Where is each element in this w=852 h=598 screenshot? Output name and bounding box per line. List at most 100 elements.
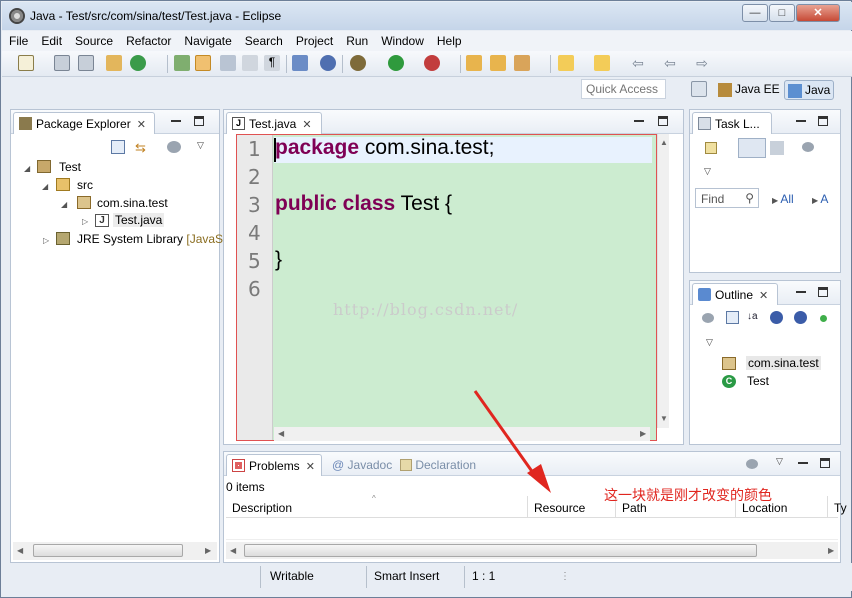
tab-problems[interactable]: Problems ✕: [226, 454, 322, 476]
outline-item-class[interactable]: Test: [747, 374, 769, 388]
maximize-icon[interactable]: [818, 116, 828, 126]
forward-icon[interactable]: ⇨: [694, 55, 710, 71]
new-task-icon[interactable]: [705, 142, 717, 154]
scroll-up-icon[interactable]: ▲: [660, 138, 668, 147]
history-icon[interactable]: ⇦: [662, 55, 678, 71]
quick-access-input[interactable]: [581, 79, 666, 99]
collapse-all-icon[interactable]: [111, 140, 125, 154]
maximize-icon[interactable]: [194, 116, 204, 126]
minimize-icon[interactable]: [796, 287, 806, 293]
horizontal-scrollbar[interactable]: ◀ ▶: [13, 542, 217, 560]
focus-icon[interactable]: [802, 142, 814, 152]
tab-javadoc[interactable]: @ Javadoc: [332, 458, 392, 472]
chevron-down-icon[interactable]: ▽: [776, 456, 783, 467]
minimize-window-button[interactable]: —: [742, 4, 768, 22]
menu-edit[interactable]: Edit: [34, 31, 68, 48]
minimize-icon[interactable]: [171, 116, 181, 122]
perspective-java-ee[interactable]: Java EE: [715, 80, 783, 100]
find-task-input[interactable]: Find ⚲: [695, 188, 759, 208]
tree-item-jre[interactable]: JRE System Library [JavaSE: [77, 232, 231, 246]
save-icon[interactable]: [54, 55, 70, 71]
show-whitespace-icon[interactable]: ¶: [264, 55, 280, 71]
status-divider-handle[interactable]: ⋮: [560, 571, 570, 582]
close-icon[interactable]: ✕: [306, 461, 315, 473]
menu-help[interactable]: Help: [430, 31, 468, 48]
open-type-icon[interactable]: [174, 55, 190, 71]
external-tools-icon[interactable]: [424, 55, 440, 71]
new-icon[interactable]: [18, 55, 34, 71]
debug-icon[interactable]: [350, 55, 366, 71]
menu-navigate[interactable]: Navigate: [177, 31, 237, 48]
view-menu-icon[interactable]: [746, 459, 758, 469]
scroll-down-icon[interactable]: ▼: [660, 414, 668, 423]
all-link[interactable]: ▶ All: [772, 192, 794, 206]
toggle-mark-occurrences-icon[interactable]: [195, 55, 211, 71]
outline-item-package[interactable]: com.sina.test: [746, 356, 821, 370]
new-server-icon[interactable]: [106, 55, 122, 71]
menu-window[interactable]: Window: [374, 31, 430, 48]
tree-item-src[interactable]: src: [77, 178, 93, 192]
chevron-down-icon[interactable]: ▽: [197, 140, 204, 151]
open-folder-icon[interactable]: [490, 55, 506, 71]
scroll-left-icon[interactable]: ◀: [278, 429, 284, 438]
minimize-icon[interactable]: [798, 458, 808, 464]
view-menu-icon[interactable]: [167, 141, 181, 153]
close-icon[interactable]: ✕: [302, 119, 311, 131]
tree-item-test-java[interactable]: Test.java: [113, 213, 165, 227]
scroll-thumb[interactable]: [33, 544, 183, 557]
collapsed-arrow-icon[interactable]: ▷: [82, 217, 88, 226]
hide-fields-icon[interactable]: [770, 311, 783, 324]
editor-vertical-scrollbar[interactable]: ▲ ▼: [657, 134, 669, 428]
refresh-icon[interactable]: [130, 55, 146, 71]
skip-breakpoints-icon[interactable]: [320, 55, 336, 71]
menu-search[interactable]: Search: [238, 31, 289, 48]
scroll-thumb[interactable]: [244, 544, 757, 557]
close-icon[interactable]: ✕: [137, 119, 146, 131]
perspective-java[interactable]: Java: [784, 80, 835, 100]
hide-non-public-icon[interactable]: [820, 315, 827, 322]
scroll-left-icon[interactable]: ◀: [230, 546, 236, 555]
open-resource-icon[interactable]: [514, 55, 530, 71]
collapse-all-icon[interactable]: [726, 311, 739, 324]
prev-annotation-icon[interactable]: [594, 55, 610, 71]
maximize-icon[interactable]: [820, 458, 830, 468]
problems-horizontal-scrollbar[interactable]: ◀ ▶: [226, 542, 838, 559]
expanded-arrow-icon[interactable]: ◢: [42, 182, 48, 191]
maximize-icon[interactable]: [658, 116, 668, 126]
scroll-right-icon[interactable]: ▶: [205, 546, 211, 555]
tree-item-project[interactable]: Test: [59, 160, 81, 174]
chevron-down-icon[interactable]: ▽: [704, 166, 711, 177]
focus-icon[interactable]: [702, 313, 714, 323]
scroll-right-icon[interactable]: ▶: [640, 429, 646, 438]
tree-item-package[interactable]: com.sina.test: [97, 196, 168, 210]
activate-link[interactable]: ▶ A: [812, 192, 828, 206]
tab-test-java[interactable]: J Test.java ✕: [226, 112, 322, 134]
scheduled-icon[interactable]: [770, 141, 784, 155]
console-icon[interactable]: [292, 55, 308, 71]
chevron-down-icon[interactable]: ▽: [706, 337, 713, 348]
word-wrap-icon[interactable]: [242, 55, 258, 71]
minimize-icon[interactable]: [796, 116, 806, 122]
hide-static-icon[interactable]: [794, 311, 807, 324]
tab-task-list[interactable]: Task L...: [692, 112, 772, 134]
next-annotation-icon[interactable]: [558, 55, 574, 71]
categorized-icon[interactable]: [738, 138, 766, 158]
close-window-button[interactable]: ✕: [796, 4, 840, 22]
menu-file[interactable]: File: [2, 31, 34, 48]
save-all-icon[interactable]: [78, 55, 94, 71]
scroll-right-icon[interactable]: ▶: [828, 546, 834, 555]
close-icon[interactable]: ✕: [759, 290, 768, 302]
code-editor[interactable]: 1 2 3 4 5 6 package com.sina.test; public clas…: [236, 134, 657, 441]
block-selection-icon[interactable]: [220, 55, 236, 71]
sort-icon[interactable]: ↓a: [747, 311, 758, 322]
open-project-icon[interactable]: [466, 55, 482, 71]
menu-refactor[interactable]: Refactor: [119, 31, 177, 48]
menu-run[interactable]: Run: [339, 31, 374, 48]
maximize-icon[interactable]: [818, 287, 828, 297]
column-type[interactable]: Ty: [828, 496, 848, 518]
expanded-arrow-icon[interactable]: ◢: [24, 164, 30, 173]
link-with-editor-icon[interactable]: ⇆: [135, 140, 149, 155]
menu-project[interactable]: Project: [289, 31, 339, 48]
collapsed-arrow-icon[interactable]: ▷: [43, 236, 49, 245]
tab-outline[interactable]: Outline ✕: [692, 283, 778, 305]
